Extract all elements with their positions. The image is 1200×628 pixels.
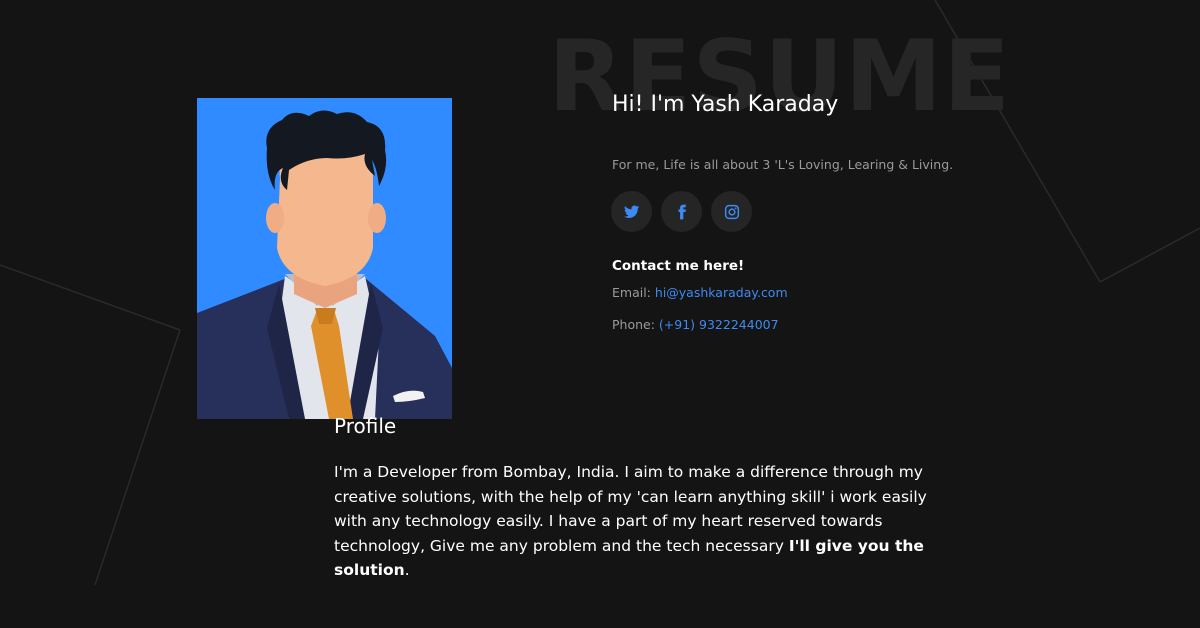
instagram-icon bbox=[724, 204, 739, 219]
tagline: For me, Life is all about 3 'L's Loving,… bbox=[612, 157, 954, 172]
twitter-icon bbox=[623, 205, 639, 218]
email-line: Email: hi@yashkaraday.com bbox=[612, 285, 788, 300]
greeting-heading: Hi! I'm Yash Karaday bbox=[612, 92, 839, 117]
social-links bbox=[611, 191, 752, 232]
twitter-button[interactable] bbox=[611, 191, 652, 232]
facebook-button[interactable] bbox=[661, 191, 702, 232]
phone-link[interactable]: (+91) 9322244007 bbox=[659, 317, 779, 332]
profile-title: Profile bbox=[334, 414, 397, 438]
avatar bbox=[197, 98, 452, 419]
profile-description: I'm a Developer from Bombay, India. I ai… bbox=[334, 460, 944, 583]
phone-label: Phone: bbox=[612, 317, 655, 332]
email-link[interactable]: hi@yashkaraday.com bbox=[655, 285, 788, 300]
facebook-icon bbox=[678, 204, 686, 219]
instagram-button[interactable] bbox=[711, 191, 752, 232]
phone-line: Phone: (+91) 9322244007 bbox=[612, 317, 779, 332]
email-label: Email: bbox=[612, 285, 651, 300]
profile-body-end: . bbox=[404, 561, 410, 579]
contact-heading: Contact me here! bbox=[612, 258, 745, 274]
